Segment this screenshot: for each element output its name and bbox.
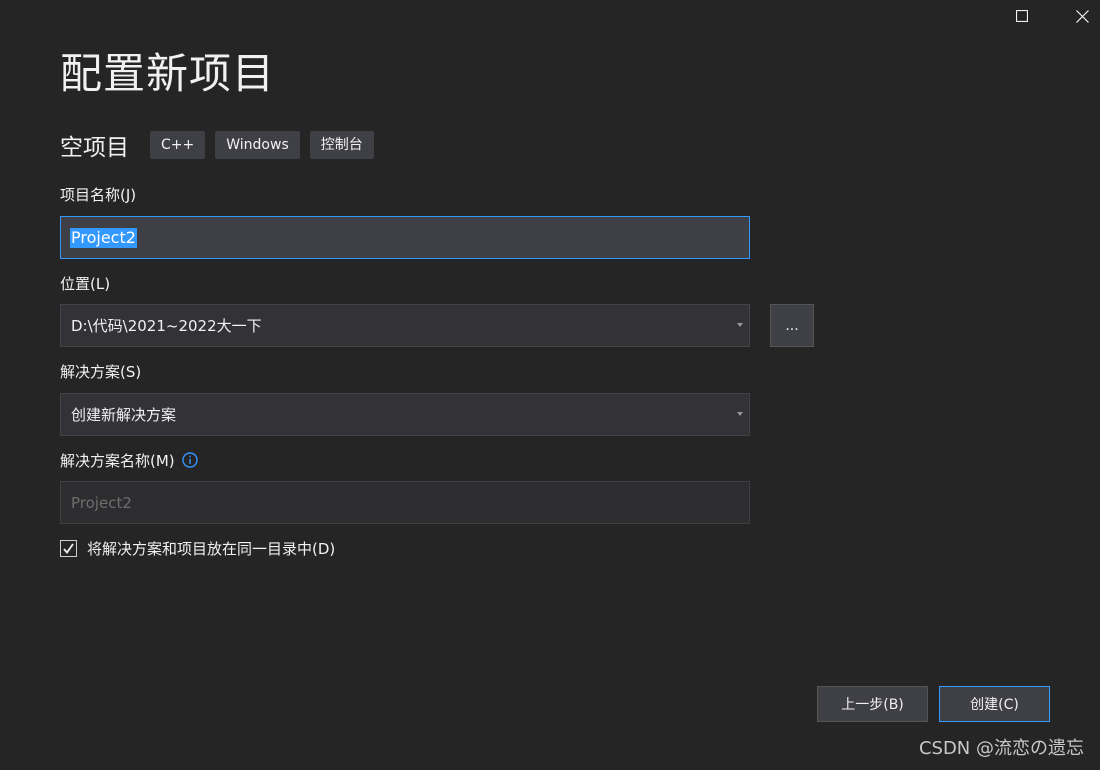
maximize-icon [1016,10,1028,22]
location-label: 位置(L) [60,275,111,293]
solution-name-label-row: 解决方案名称(M) [60,451,198,471]
close-button[interactable] [1059,0,1100,32]
same-directory-checkbox[interactable] [60,540,77,557]
same-directory-option[interactable]: 将解决方案和项目放在同一目录中(D) [60,538,335,559]
solution-name-label: 解决方案名称(M) [60,452,175,470]
solution-label: 解决方案(S) [60,363,142,381]
dropdown-arrow-icon[interactable] [737,323,743,327]
project-name-value: Project2 [70,227,137,248]
project-name-input[interactable]: Project2 [60,216,750,259]
close-icon [1075,9,1089,23]
checkmark-icon [63,543,74,554]
watermark: CSDN @流恋の遗忘 [918,738,1084,759]
create-button[interactable]: 创建(C) [939,686,1050,722]
solution-select[interactable]: 创建新解决方案 [60,393,750,436]
same-directory-label: 将解决方案和项目放在同一目录中(D) [87,540,336,558]
template-name: 空项目 [60,135,129,161]
tag-platform: Windows [215,131,300,159]
project-name-label: 项目名称(J) [60,186,137,204]
template-info: 空项目 C++ Windows 控制台 [60,130,384,161]
tag-project-type: 控制台 [309,131,374,159]
dropdown-arrow-icon[interactable] [737,412,743,416]
tag-language: C++ [150,131,206,159]
page-title: 配置新项目 [60,49,276,98]
solution-name-input: Project2 [60,481,750,524]
solution-value: 创建新解决方案 [71,406,177,424]
solution-name-placeholder: Project2 [71,493,132,512]
info-icon[interactable] [181,452,198,468]
location-combobox[interactable]: D:\代码\2021~2022大一下 [60,304,750,347]
location-value: D:\代码\2021~2022大一下 [71,317,262,335]
maximize-button[interactable] [999,0,1045,32]
back-button[interactable]: 上一步(B) [817,686,928,722]
browse-button[interactable]: ... [770,304,814,347]
